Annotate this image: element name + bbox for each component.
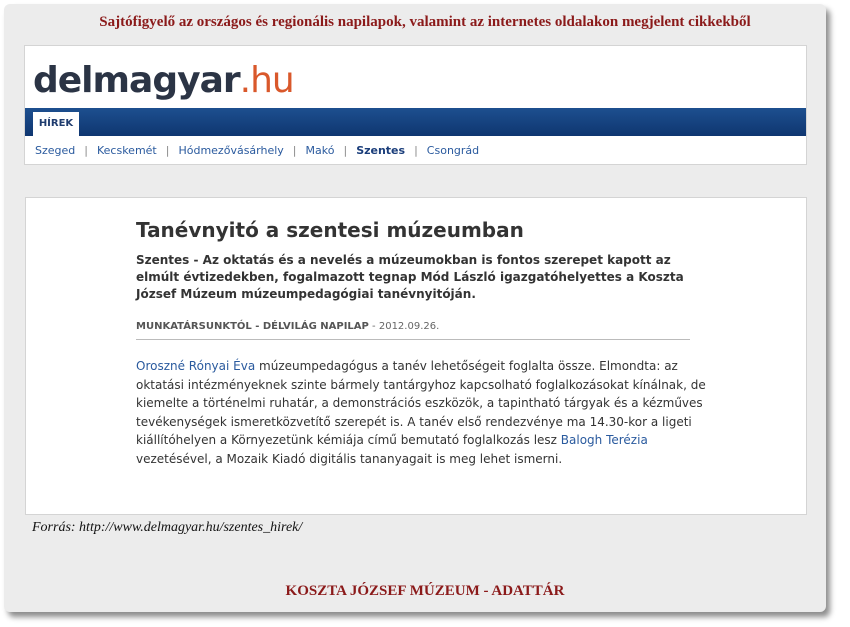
separator: | [84,144,88,157]
city-subnav: Szeged | Kecskemét | Hódmezővásárhely | Makó | S… [35,144,479,157]
city-link-kecskemet[interactable]: Kecskemét [97,144,157,157]
site-header: delmagyar.hu HÍREK Szeged | Kecskemét | Hódm… [24,45,807,165]
city-link-szeged[interactable]: Szeged [35,144,75,157]
person-link-oroszne-ronyai-eva[interactable]: Oroszné Rónyai Éva [136,359,255,373]
city-link-szentes[interactable]: Szentes [356,144,405,157]
separator: | [165,144,170,157]
separator: | [343,144,348,157]
article-body: Oroszné Rónyai Éva múzeumpedagógus a tan… [136,357,706,468]
article: Tanévnyitó a szentesi múzeumban Szentes … [25,197,807,515]
person-link-balogh-terezia[interactable]: Balogh Terézia [561,433,648,447]
source-line: Forrás: http://www.delmagyar.hu/szentes_… [32,520,303,535]
article-date: 2012.09.26. [378,321,440,332]
article-author: MUNKATÁRSUNKTÓL - DÉLVILÁG NAPILAP [136,321,369,332]
site-logo[interactable]: delmagyar.hu [33,60,295,101]
byline-separator: - [368,321,379,332]
tab-hirek[interactable]: HÍREK [33,112,79,136]
logo-main: delmagyar [33,60,241,101]
body-text-part2: vezetésével, a Mozaik Kiadó digitális ta… [136,451,563,466]
divider [136,339,690,340]
main-nav-bar: HÍREK [25,108,806,136]
separator: | [414,144,418,157]
article-lead: Szentes - Az oktatás és a nevelés a múze… [136,253,684,301]
article-byline: MUNKATÁRSUNKTÓL - DÉLVILÁG NAPILAP - 201… [136,321,439,332]
footer-caption: KOSZTA JÓZSEF MÚZEUM - ADATTÁR [285,583,565,599]
logo-tld: .hu [239,60,295,101]
city-link-hodmezovasarhely[interactable]: Hódmezővásárhely [178,144,283,157]
separator: | [292,144,297,157]
header-caption: Sajtófigyelő az országos és regionális n… [99,14,751,30]
article-title: Tanévnyitó a szentesi múzeumban [136,218,524,242]
city-link-csongrad[interactable]: Csongrád [427,144,479,157]
city-link-mako[interactable]: Makó [306,144,335,157]
